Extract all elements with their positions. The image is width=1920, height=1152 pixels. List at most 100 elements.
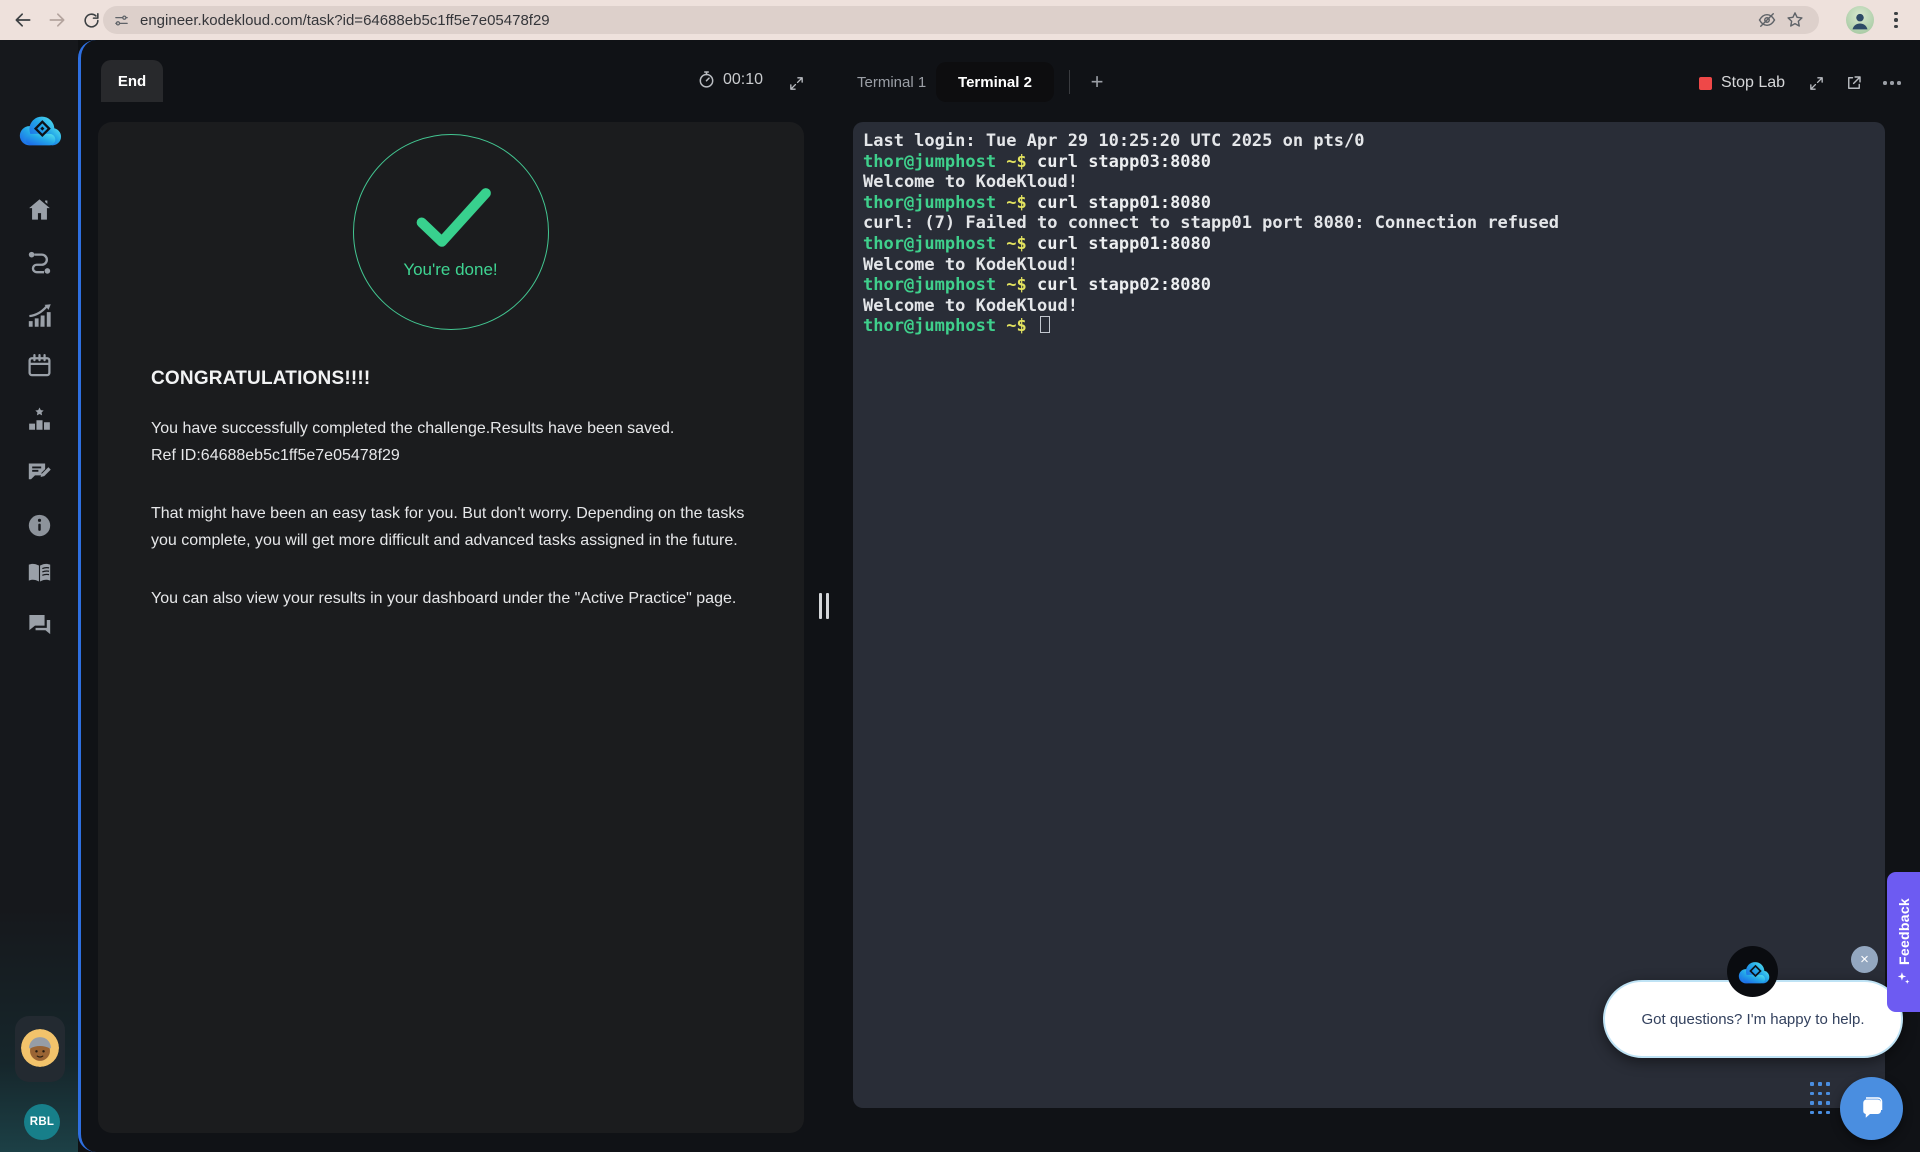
sidebar: RBL [0,40,78,1152]
terminal-text-segment: thor@jumphost [863,152,996,172]
tab-terminal-1[interactable]: Terminal 1 [843,62,940,102]
terminal-line: Last login: Tue Apr 29 10:25:20 UTC 2025… [863,131,1875,152]
sidebar-item-leaderboard[interactable] [26,405,53,432]
more-options-button[interactable] [1877,70,1907,96]
sidebar-item-progress[interactable] [26,302,53,329]
stop-square-icon [1699,77,1712,90]
terminal-text-segment: curl stapp01:8080 [1037,193,1211,213]
kodekloud-logo[interactable] [16,112,62,148]
terminal-text-segment: thor@jumphost [863,193,996,213]
bookmark-star-button[interactable] [1781,6,1809,34]
result-paragraph-1: You have successfully completed the chal… [151,416,750,469]
back-arrow-icon [13,10,33,30]
star-icon [1785,10,1805,30]
terminal-text-segment: thor@jumphost [863,316,996,336]
done-text: You're done! [403,260,497,280]
sidebar-item-learning-path[interactable] [26,249,53,276]
chat-bubble-icon [1857,1094,1887,1124]
fullscreen-icon [1808,75,1825,92]
result-paragraph-3: You can also view your results in your d… [151,586,750,613]
terminal-text-segment: Welcome to KodeKloud! [863,255,1078,275]
terminal-text-segment: curl stapp01:8080 [1037,234,1211,254]
expand-left-panel-button[interactable] [783,70,809,96]
sidebar-item-info[interactable] [26,512,53,539]
browser-chrome: engineer.kodekloud.com/task?id=64688eb5c… [0,0,1920,40]
browser-menu-button[interactable] [1886,8,1906,32]
terminal-text-segment: curl stapp02:8080 [1037,275,1211,295]
panel-resize-handle[interactable] [812,585,836,627]
sidebar-item-calendar[interactable] [26,352,53,379]
hide-eye-button[interactable] [1753,6,1781,34]
open-in-new-button[interactable] [1841,70,1867,96]
terminal-text-segment: curl: (7) Failed to connect to stapp01 p… [863,213,1559,233]
terminal-text-segment: thor@jumphost [863,234,996,254]
terminal-text-segment: ~$ [996,193,1037,213]
kodekloud-cloud-icon [1736,959,1770,985]
timer-value: 00:10 [723,71,763,89]
browser-profile-avatar[interactable] [1846,6,1874,34]
terminal-text-segment: Welcome to KodeKloud! [863,296,1078,316]
terminal-line: thor@jumphost ~$ curl stapp01:8080 [863,193,1875,214]
stop-lab-label: Stop Lab [1721,74,1785,92]
calendar-icon [26,352,53,379]
browser-back-button[interactable] [6,3,40,37]
tab-terminal-2[interactable]: Terminal 2 [936,62,1054,102]
chat-drag-handle[interactable] [1810,1082,1830,1116]
terminal-text-segment: Last login: Tue Apr 29 10:25:20 UTC 2025… [863,131,1365,151]
expand-terminal-button[interactable] [1803,70,1829,96]
forward-arrow-icon [47,10,67,30]
terminal-text-segment: ~$ [996,234,1037,254]
stopwatch-icon [697,70,716,89]
eye-off-icon [1757,10,1777,30]
user-avatar-container [15,1016,65,1082]
growth-chart-icon [26,302,53,329]
chat-message-text: Got questions? I'm happy to help. [1641,1011,1864,1028]
refresh-icon [82,11,101,30]
congratulations-heading: CONGRATULATIONS!!!! [151,368,750,390]
terminal-line: Welcome to KodeKloud! [863,255,1875,276]
user-avatar-emoji [21,1029,59,1067]
chat-launcher-button[interactable] [1840,1077,1903,1140]
feedback-label: Feedback [1896,898,1912,965]
open-in-new-icon [1845,74,1863,92]
terminal-line: thor@jumphost ~$ curl stapp03:8080 [863,152,1875,173]
success-circle: You're done! [353,134,549,330]
sidebar-item-notes[interactable] [26,459,53,486]
site-settings-icon [113,12,130,29]
terminal-line: thor@jumphost ~$ [863,316,1875,337]
terminal-cursor [1040,316,1050,333]
terminal-line: thor@jumphost ~$ curl stapp01:8080 [863,234,1875,255]
forum-icon [26,611,53,638]
url-text: engineer.kodekloud.com/task?id=64688eb5c… [140,12,550,29]
stop-lab-button[interactable]: Stop Lab [1699,68,1785,98]
sidebar-item-docs[interactable] [26,559,53,586]
browser-forward-button[interactable] [40,3,74,37]
address-bar[interactable]: engineer.kodekloud.com/task?id=64688eb5c… [103,6,1819,34]
chat-edit-icon [26,459,53,486]
terminal-text-segment: thor@jumphost [863,275,996,295]
info-icon [26,512,53,539]
open-book-icon [26,559,53,586]
terminal-text-segment: ~$ [996,275,1037,295]
tab-divider [1069,70,1070,94]
terminal-line: curl: (7) Failed to connect to stapp01 p… [863,213,1875,234]
podium-star-icon [26,405,53,432]
home-icon [26,196,53,223]
task-timer: 00:10 [697,70,763,89]
rbl-badge[interactable]: RBL [24,1104,60,1140]
end-tab[interactable]: End [101,60,163,102]
sidebar-item-community[interactable] [26,611,53,638]
terminal-line: Welcome to KodeKloud! [863,172,1875,193]
terminal-text-segment: ~$ [996,316,1037,336]
user-avatar[interactable] [21,1029,59,1067]
terminal-line: thor@jumphost ~$ curl stapp02:8080 [863,275,1875,296]
checkmark-icon [405,184,497,250]
terminal-text-segment: Welcome to KodeKloud! [863,172,1078,192]
result-panel: You're done! CONGRATULATIONS!!!! You hav… [98,122,804,1133]
feedback-tab[interactable]: Feedback [1887,872,1920,1012]
terminal-text-segment: curl stapp03:8080 [1037,152,1211,172]
terminal-text-segment: ~$ [996,152,1037,172]
chat-close-button[interactable]: × [1851,946,1878,973]
add-terminal-button[interactable]: + [1081,66,1113,98]
sidebar-item-home[interactable] [26,196,53,223]
